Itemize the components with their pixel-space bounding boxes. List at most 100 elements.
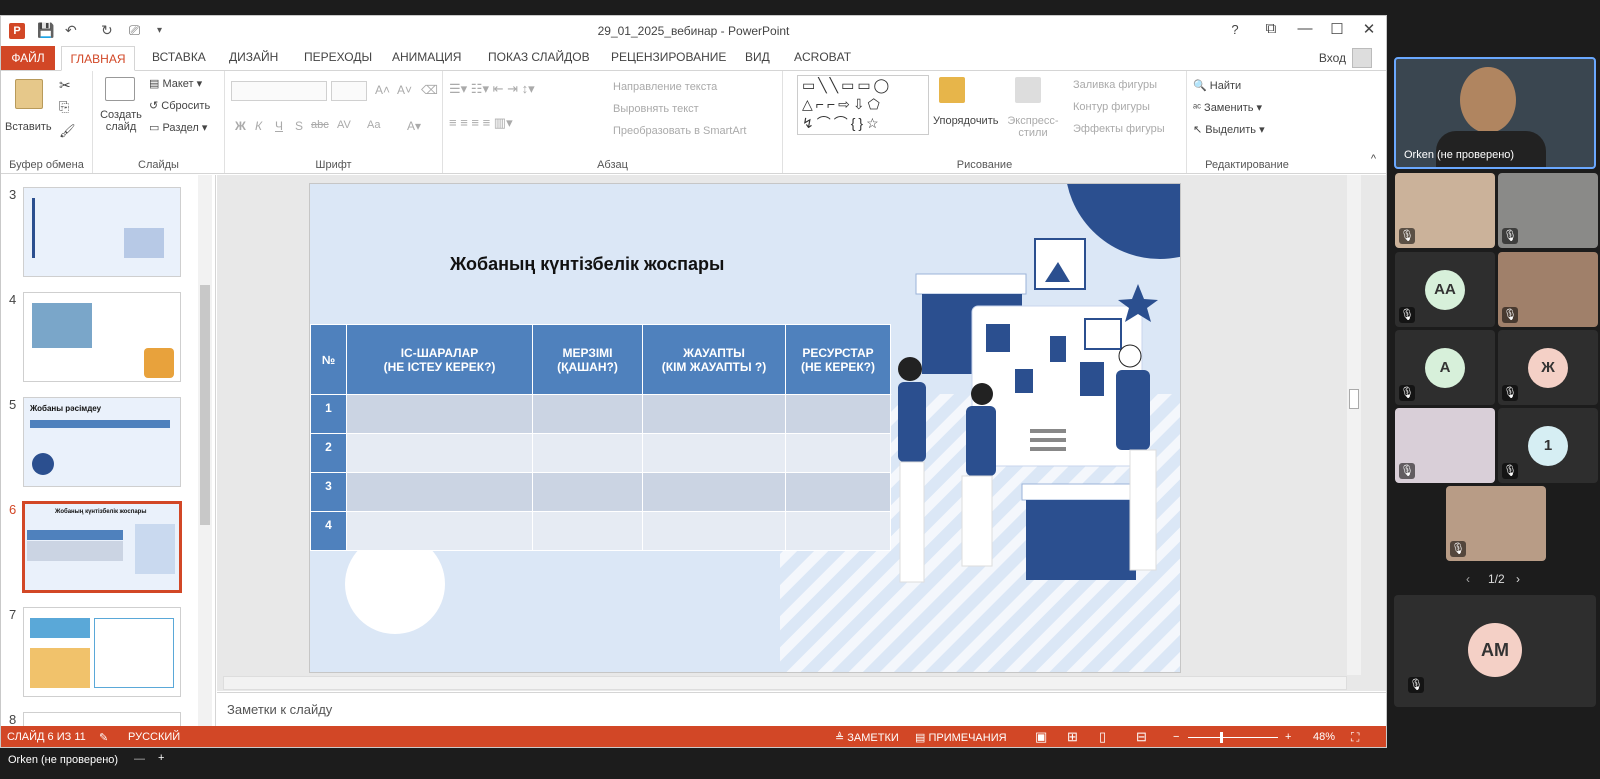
format-painter-icon[interactable]: 🖌 bbox=[59, 123, 76, 139]
participant-tile[interactable]: 1 🎙 bbox=[1498, 408, 1598, 483]
slideshow-icon[interactable]: ⊟ bbox=[1136, 729, 1147, 745]
thumbnails-scrollbar[interactable] bbox=[198, 175, 212, 726]
tab-slideshow[interactable]: ПОКАЗ СЛАЙДОВ bbox=[488, 50, 590, 64]
font-family-combo[interactable] bbox=[231, 81, 327, 101]
sign-in-link[interactable]: Вход bbox=[1319, 51, 1346, 65]
quick-styles-button[interactable]: Экспресс-стили bbox=[1005, 115, 1061, 139]
font-color-icon[interactable]: A▾ bbox=[407, 119, 421, 133]
slide-thumbnails-pane[interactable]: 3 4 5 Жобаны рәсімдеу 6 Жобаның күнтізбе… bbox=[1, 175, 216, 726]
scroll-thumb[interactable] bbox=[1349, 389, 1359, 409]
participant-tile[interactable]: AA 🎙 bbox=[1395, 252, 1495, 327]
increase-font-icon[interactable]: A˄ bbox=[375, 83, 390, 97]
select-button[interactable]: ↖ Выделить ▾ bbox=[1193, 123, 1265, 136]
table-cell[interactable] bbox=[642, 511, 786, 551]
new-slide-icon[interactable] bbox=[105, 77, 135, 101]
shapes-gallery[interactable]: ▭╲╲▭▭◯ △⌐⌐⇨⇩⬠ ↯⌒⌒{}☆ bbox=[797, 75, 929, 135]
table-cell[interactable] bbox=[532, 394, 643, 434]
participant-tile[interactable]: 🎙 bbox=[1395, 408, 1495, 483]
participant-tile[interactable]: Ж 🎙 bbox=[1498, 330, 1598, 405]
align-icons[interactable]: ≡ ≡ ≡ ≡ ▥▾ bbox=[449, 115, 513, 131]
maximize-button[interactable]: ☐ bbox=[1322, 20, 1352, 38]
underline-button[interactable]: Ч bbox=[275, 119, 283, 133]
table-cell[interactable]: 2 bbox=[310, 433, 347, 473]
notes-toggle[interactable]: ≜ ЗАМЕТКИ bbox=[835, 731, 899, 744]
minimize-button[interactable]: — bbox=[1290, 20, 1320, 37]
plan-table[interactable]: № ІС-ШАРАЛАР (НЕ ІСТЕУ КЕРЕК?) МЕРЗІМІ (… bbox=[310, 324, 891, 551]
bold-button[interactable]: Ж bbox=[235, 119, 246, 133]
shape-fill-button[interactable]: Заливка фигуры bbox=[1073, 79, 1157, 91]
slide-thumbnail-8[interactable] bbox=[23, 712, 181, 726]
participant-tile[interactable]: A 🎙 bbox=[1395, 330, 1495, 405]
table-header[interactable]: № bbox=[310, 324, 347, 395]
italic-button[interactable]: К bbox=[255, 119, 262, 133]
table-header[interactable]: ІС-ШАРАЛАР (НЕ ІСТЕУ КЕРЕК?) bbox=[346, 324, 533, 395]
active-speaker-tile[interactable]: Orken (не проверено) bbox=[1394, 57, 1596, 169]
spellcheck-icon[interactable]: ✎ bbox=[99, 731, 108, 744]
copy-icon[interactable]: ⎘ bbox=[59, 99, 69, 115]
comments-toggle[interactable]: ▤ ПРИМЕЧАНИЯ bbox=[915, 731, 1007, 744]
scroll-thumb[interactable] bbox=[200, 285, 210, 525]
char-spacing-button[interactable]: AV bbox=[337, 119, 351, 131]
smartart-button[interactable]: Преобразовать в SmartArt bbox=[613, 125, 746, 137]
shape-outline-button[interactable]: Контур фигуры bbox=[1073, 101, 1150, 113]
table-cell[interactable] bbox=[532, 472, 643, 512]
table-cell[interactable]: 3 bbox=[310, 472, 347, 512]
paste-icon[interactable] bbox=[15, 79, 43, 109]
table-cell[interactable] bbox=[785, 433, 891, 473]
collapse-ribbon-icon[interactable]: ^ bbox=[1371, 153, 1376, 165]
table-cell[interactable] bbox=[785, 394, 891, 434]
editor-vertical-scrollbar[interactable] bbox=[1347, 175, 1361, 675]
arrange-button[interactable]: Упорядочить bbox=[933, 115, 998, 127]
text-direction-button[interactable]: Направление текста bbox=[613, 81, 717, 93]
tab-file[interactable]: ФАЙЛ bbox=[1, 46, 55, 70]
slide-sorter-icon[interactable]: ⊞ bbox=[1067, 729, 1078, 745]
table-cell[interactable] bbox=[785, 472, 891, 512]
page-next-icon[interactable]: › bbox=[1516, 572, 1520, 586]
table-header[interactable]: МЕРЗІМІ (ҚАШАН?) bbox=[532, 324, 643, 395]
reading-view-icon[interactable]: ▯ bbox=[1099, 729, 1106, 745]
quick-styles-icon[interactable] bbox=[1015, 77, 1041, 103]
editor-horizontal-scrollbar[interactable] bbox=[223, 676, 1347, 690]
participant-tile[interactable]: 🎙 bbox=[1498, 173, 1598, 248]
table-cell[interactable] bbox=[785, 511, 891, 551]
slide-canvas[interactable]: Жобаның күнтізбелік жоспары № ІС-ШАРАЛАР… bbox=[309, 183, 1181, 673]
table-header[interactable]: РЕСУРСТАР (НЕ КЕРЕК?) bbox=[785, 324, 891, 395]
clear-format-icon[interactable]: ⌫ bbox=[421, 83, 438, 97]
close-button[interactable]: ✕ bbox=[1354, 20, 1384, 38]
tab-acrobat[interactable]: ACROBAT bbox=[794, 50, 851, 64]
reset-button[interactable]: ↺ Сбросить bbox=[149, 99, 210, 112]
table-cell[interactable] bbox=[346, 394, 533, 434]
tab-review[interactable]: РЕЦЕНЗИРОВАНИЕ bbox=[611, 50, 726, 64]
expand-self-icon[interactable]: + bbox=[158, 752, 164, 764]
table-cell[interactable] bbox=[532, 433, 643, 473]
zoom-in-icon[interactable]: + bbox=[1285, 731, 1291, 743]
slide-thumbnail-3[interactable] bbox=[23, 187, 181, 277]
avatar[interactable] bbox=[1352, 48, 1372, 68]
help-button[interactable]: ? bbox=[1220, 22, 1250, 37]
bullets-icon[interactable]: ☰▾ ☷▾ ⇤ ⇥ ↕▾ bbox=[449, 81, 535, 97]
slide-thumbnail-7[interactable] bbox=[23, 607, 181, 697]
zoom-level[interactable]: 48% bbox=[1313, 731, 1335, 743]
table-cell[interactable]: 1 bbox=[310, 394, 347, 434]
participant-tile[interactable]: 🎙 bbox=[1498, 252, 1598, 327]
tab-transitions[interactable]: ПЕРЕХОДЫ bbox=[304, 50, 372, 64]
normal-view-icon[interactable]: ▣ bbox=[1035, 729, 1047, 745]
layout-button[interactable]: ▤ Макет ▾ bbox=[149, 77, 202, 90]
tab-insert[interactable]: ВСТАВКА bbox=[152, 50, 206, 64]
shape-effects-button[interactable]: Эффекты фигуры bbox=[1073, 123, 1165, 135]
section-button[interactable]: ▭ Раздел ▾ bbox=[149, 121, 207, 134]
notes-pane[interactable]: Заметки к слайду bbox=[217, 692, 1386, 726]
table-cell[interactable]: 4 bbox=[310, 511, 347, 551]
tab-animations[interactable]: АНИМАЦИЯ bbox=[392, 50, 461, 64]
shadow-button[interactable]: S bbox=[295, 119, 303, 133]
table-cell[interactable] bbox=[642, 433, 786, 473]
minimize-self-icon[interactable]: — bbox=[134, 753, 145, 765]
tab-home[interactable]: ГЛАВНАЯ bbox=[61, 46, 135, 71]
table-cell[interactable] bbox=[346, 433, 533, 473]
font-size-combo[interactable] bbox=[331, 81, 367, 101]
zoom-out-icon[interactable]: − bbox=[1173, 731, 1179, 743]
participant-tile[interactable]: 🎙 bbox=[1446, 486, 1546, 561]
page-prev-icon[interactable]: ‹ bbox=[1466, 572, 1470, 586]
slide-thumbnail-6[interactable]: Жобаның күнтізбелік жоспары bbox=[22, 501, 182, 593]
replace-button[interactable]: ᵃᶜ Заменить ▾ bbox=[1193, 101, 1262, 114]
